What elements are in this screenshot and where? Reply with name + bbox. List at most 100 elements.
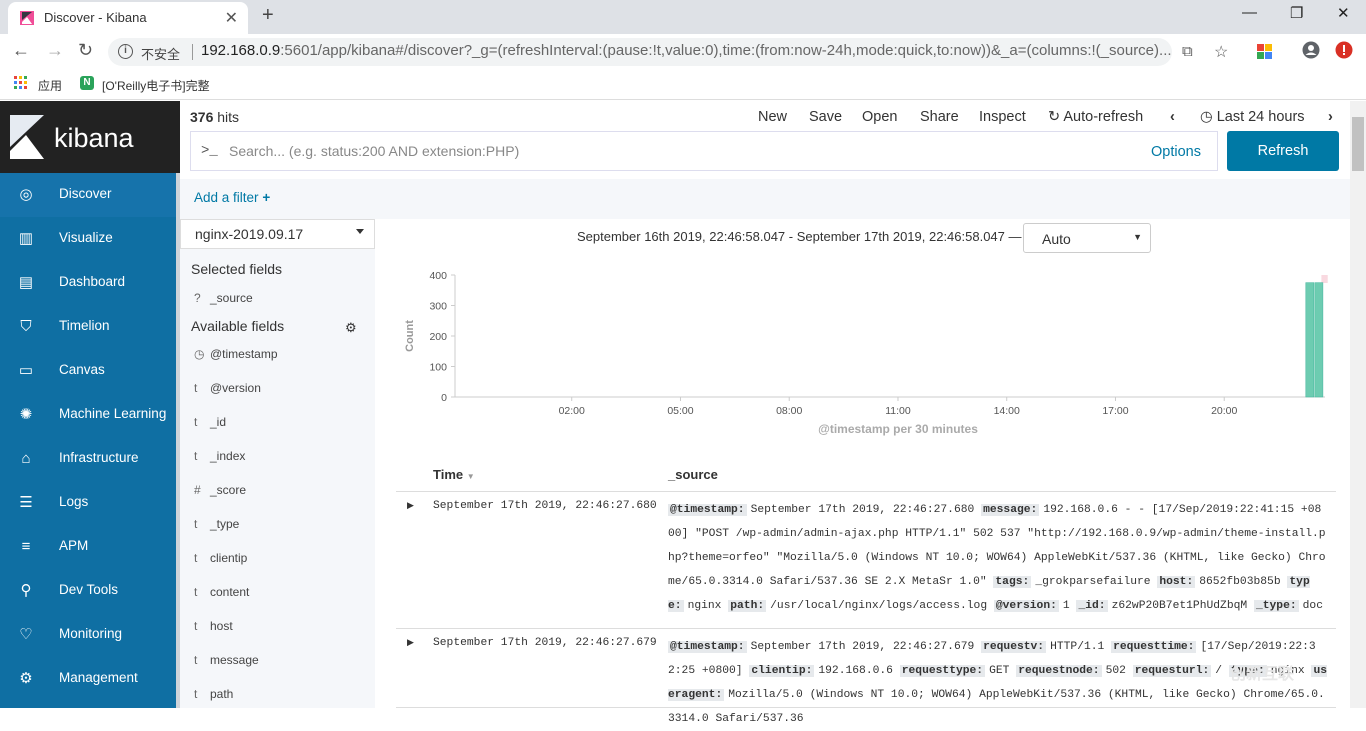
sidebar-item-infrastructure[interactable]: ⌂ Infrastructure: [0, 437, 176, 481]
share-button[interactable]: Share: [920, 109, 959, 125]
tab-close-icon[interactable]: ✕: [225, 8, 238, 28]
address-bar[interactable]: i 不安全 192.168.0.9:5601/app/kibana#/disco…: [108, 38, 1172, 66]
time-range-label: Last 24 hours: [1216, 109, 1305, 125]
restore-icon[interactable]: ❐: [1290, 4, 1303, 22]
field-item-timestamp[interactable]: ◷ @timestamp: [190, 347, 370, 367]
field-name: message: [210, 653, 259, 667]
time-column-header[interactable]: Time ▼: [433, 467, 475, 482]
x-tick-label: 11:00: [885, 405, 911, 417]
sidebar-item-discover[interactable]: ◎ Discover: [0, 173, 176, 217]
back-icon[interactable]: ←: [12, 40, 30, 61]
interval-select[interactable]: Auto ▼: [1023, 223, 1151, 253]
sidebar-item-dev-tools[interactable]: ⚲ Dev Tools: [0, 569, 176, 613]
sidebar-item-logs[interactable]: ☰ Logs: [0, 481, 176, 525]
histogram-chart[interactable]: 0 100 200 300 400 02:00 05:00 08:00 11:00 14:00 17…: [380, 260, 1340, 440]
options-button[interactable]: Options: [1151, 144, 1201, 160]
shield-icon: ⛉: [20, 318, 32, 335]
string-type-icon: t: [194, 381, 198, 395]
reload-icon[interactable]: ↻: [78, 40, 93, 61]
browser-tab-strip: Discover - Kibana ✕ + — ❐ ✕: [0, 0, 1366, 34]
source-field-key: @timestamp:: [668, 504, 747, 516]
field-name: content: [210, 585, 250, 599]
gear-icon: ⚙: [19, 670, 33, 687]
new-button[interactable]: New: [758, 109, 787, 125]
kibana-logo[interactable]: kibana: [0, 101, 180, 173]
string-type-icon: t: [194, 585, 198, 599]
field-item-path[interactable]: t path: [190, 687, 370, 707]
filter-bar: Add a filter +: [180, 179, 1350, 219]
time-back-icon[interactable]: ‹: [1170, 109, 1175, 125]
field-item-id[interactable]: t _id: [190, 415, 370, 435]
field-item-host[interactable]: t host: [190, 619, 370, 639]
sidebar-item-canvas[interactable]: ▭ Canvas: [0, 349, 176, 393]
field-item-index[interactable]: t _index: [190, 449, 370, 469]
field-item-type[interactable]: t _type: [190, 517, 370, 537]
window-close-icon[interactable]: ✕: [1337, 4, 1350, 22]
source-field-value: September 17th 2019, 22:46:27.680: [750, 504, 975, 516]
sidebar-item-visualize[interactable]: ▥ Visualize: [0, 217, 176, 261]
auto-refresh-button[interactable]: ↻ Auto-refresh: [1048, 109, 1143, 125]
tab-title: Discover - Kibana: [44, 10, 147, 25]
sidebar-item-dashboard[interactable]: ▤ Dashboard: [0, 261, 176, 305]
page-scrollbar[interactable]: [1350, 101, 1366, 708]
save-button[interactable]: Save: [809, 109, 842, 125]
x-tick-label: 14:00: [994, 405, 1020, 417]
site-info-icon[interactable]: i: [118, 44, 133, 59]
sidebar-item-timelion[interactable]: ⛉ Timelion: [0, 305, 176, 349]
query-prompt-icon: >_: [201, 143, 218, 159]
url-path: :5601/app/kibana#/discover?_g=(refreshIn…: [280, 42, 1172, 59]
sidebar-item-label: Management: [59, 670, 138, 685]
bookmark-oreilly[interactable]: [O'Reilly电子书]完整: [102, 77, 210, 94]
source-field-value: z62wP20B7et1PhUdZbqM: [1111, 600, 1248, 612]
interval-value: Auto: [1042, 231, 1071, 247]
field-item-version[interactable]: t @version: [190, 381, 370, 401]
profile-icon[interactable]: [1302, 41, 1320, 64]
refresh-cycle-icon: ↻: [1048, 109, 1061, 125]
bookmark-apps[interactable]: 应用: [38, 77, 62, 94]
translate-icon[interactable]: ⧉: [1182, 43, 1193, 60]
apps-grid-icon[interactable]: [14, 76, 28, 93]
insecure-label: 不安全: [141, 47, 181, 62]
expand-row-icon[interactable]: ▶: [407, 637, 414, 648]
time-picker-button[interactable]: ◷ Last 24 hours: [1200, 109, 1305, 125]
search-input[interactable]: >_ Search... (e.g. status:200 AND extens…: [190, 131, 1218, 171]
forward-icon[interactable]: →: [46, 40, 64, 61]
sidebar-item-monitoring[interactable]: ♡ Monitoring: [0, 613, 176, 657]
extension-icon[interactable]: [1257, 43, 1272, 64]
y-axis-label: Count: [404, 320, 416, 352]
index-pattern-select[interactable]: nginx-2019.09.17: [180, 219, 375, 249]
field-item-clientip[interactable]: t clientip: [190, 551, 370, 571]
sidebar-item-apm[interactable]: ≡ APM: [0, 525, 176, 569]
add-filter-label: Add a filter: [194, 190, 259, 205]
source-field-key: @version:: [993, 600, 1059, 612]
sidebar-item-management[interactable]: ⚙ Management: [0, 657, 176, 701]
field-item-content[interactable]: t content: [190, 585, 370, 605]
bookmark-star-icon[interactable]: ☆: [1214, 42, 1228, 62]
expand-row-icon[interactable]: ▶: [407, 500, 414, 511]
refresh-button[interactable]: Refresh: [1227, 131, 1339, 171]
source-field-value: /usr/local/nginx/logs/access.log: [770, 600, 988, 612]
source-field-key: @timestamp:: [668, 641, 747, 653]
time-forward-icon[interactable]: ›: [1328, 109, 1333, 125]
field-item-source[interactable]: ? _source: [190, 291, 370, 311]
query-bar: >_ Search... (e.g. status:200 AND extens…: [180, 131, 1350, 179]
scrollbar-thumb[interactable]: [1352, 117, 1364, 171]
source-field-key: clientip:: [749, 665, 815, 677]
source-field-key: requestnode:: [1016, 665, 1102, 677]
new-tab-icon[interactable]: +: [262, 4, 274, 27]
add-filter-button[interactable]: Add a filter +: [194, 190, 270, 205]
sidebar-item-machine-learning[interactable]: ✺ Machine Learning: [0, 393, 176, 437]
field-item-message[interactable]: t message: [190, 653, 370, 673]
browser-tab[interactable]: Discover - Kibana ✕: [8, 2, 248, 34]
minimize-icon[interactable]: —: [1242, 4, 1257, 21]
field-item-score[interactable]: # _score: [190, 483, 370, 503]
histogram-bar: [1314, 282, 1324, 398]
y-tick-label: 200: [429, 331, 447, 343]
inspect-button[interactable]: Inspect: [979, 109, 1026, 125]
x-axis-label: @timestamp per 30 minutes: [818, 422, 978, 436]
field-settings-gear-icon[interactable]: ⚙: [345, 320, 357, 336]
menu-alert-icon[interactable]: [1335, 41, 1353, 64]
heartbeat-icon: ♡: [19, 626, 33, 643]
table-row: ▶ September 17th 2019, 22:46:27.679 @times…: [396, 629, 1336, 725]
open-button[interactable]: Open: [862, 109, 897, 125]
